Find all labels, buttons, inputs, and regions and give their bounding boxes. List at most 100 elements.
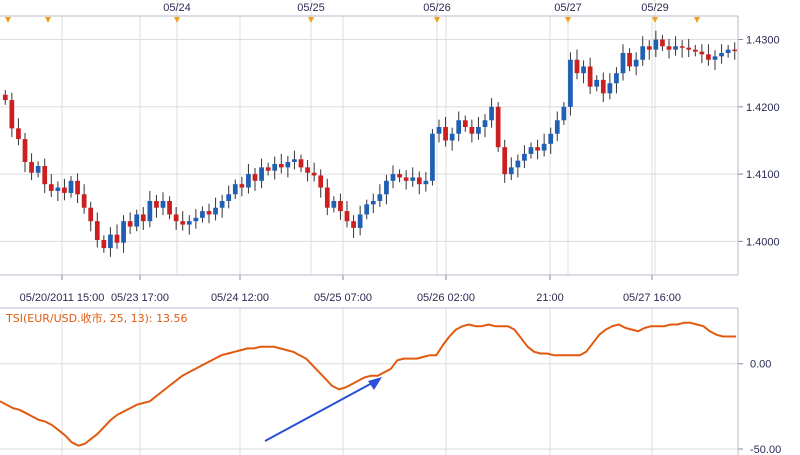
- candle: [423, 172, 429, 192]
- candle: [94, 212, 100, 248]
- candle-body-up: [712, 56, 718, 60]
- candle: [265, 162, 271, 176]
- candle: [324, 178, 330, 216]
- candle-body-up: [35, 166, 41, 173]
- time-tick-label: 05/24 12:00: [211, 292, 269, 304]
- candle-body-down: [298, 159, 304, 168]
- candle-body-up: [725, 49, 731, 53]
- candle-body-up: [285, 161, 291, 168]
- candle-body-down: [397, 174, 402, 178]
- candle: [226, 185, 232, 209]
- candle: [706, 44, 711, 66]
- candle-body-down: [338, 201, 343, 212]
- candle-body-up: [370, 201, 376, 205]
- tsi-label: TSI(EUR/USD.收市, 25, 13): 13.56: [5, 311, 188, 325]
- candle: [62, 178, 67, 201]
- candle-body-down: [469, 127, 475, 134]
- candle: [246, 164, 251, 194]
- price-grid: [0, 0, 743, 275]
- candle: [364, 199, 370, 220]
- candle-body-down: [101, 240, 107, 249]
- candle-body-up: [561, 106, 567, 121]
- candle-body-up: [410, 177, 416, 181]
- candle: [384, 174, 389, 205]
- candle-body-up: [554, 120, 560, 134]
- candle: [42, 158, 48, 193]
- candle-body-down: [416, 177, 422, 185]
- candle: [193, 209, 199, 229]
- candle: [594, 75, 600, 92]
- candle: [449, 127, 455, 151]
- candle-body-down: [167, 201, 172, 215]
- candle: [528, 142, 534, 159]
- candle-body-up: [423, 180, 429, 185]
- marker-triangle: [652, 17, 658, 23]
- candle: [134, 209, 140, 232]
- candle-body-down: [140, 214, 146, 222]
- candle-body-up: [213, 207, 218, 215]
- candle-body-down: [88, 207, 94, 222]
- candle-body-up: [384, 180, 389, 195]
- candle: [219, 194, 225, 218]
- axis-ticks: 1.4000 1.4100 1.4200 1.4300 05/20/2011 15:00…: [20, 35, 782, 455]
- candle: [469, 119, 475, 143]
- indicator-tick-label: -50.00: [750, 444, 781, 455]
- candle: [489, 98, 494, 128]
- candle: [22, 133, 28, 173]
- candle: [259, 158, 264, 189]
- candle-body-up: [121, 221, 126, 243]
- candle-body-up: [541, 143, 547, 151]
- candle-body-up: [186, 221, 192, 225]
- indicator-tick-label: 0.00: [750, 359, 771, 371]
- candle: [600, 72, 606, 103]
- candle-body-down: [239, 184, 245, 188]
- candle: [108, 227, 113, 257]
- candle: [699, 44, 705, 64]
- time-tick-label: 05/26 02:00: [417, 292, 475, 304]
- candle: [686, 38, 692, 58]
- candle-body-up: [607, 83, 613, 94]
- candle-body-up: [515, 160, 521, 168]
- candle-body-up: [489, 106, 494, 121]
- candle: [68, 176, 74, 198]
- candle-body-down: [305, 167, 310, 173]
- candle-body-up: [719, 53, 724, 57]
- marker-triangle: [565, 17, 571, 23]
- candle: [370, 193, 376, 214]
- candle: [127, 212, 133, 234]
- candle-body-down: [62, 187, 67, 193]
- candle-body-down: [206, 211, 212, 215]
- candle: [725, 44, 731, 58]
- date-marker-label: 05/26: [423, 2, 451, 14]
- candle-body-down: [278, 164, 284, 168]
- candle-body-down: [660, 39, 665, 47]
- candle-body-up: [673, 46, 678, 50]
- candle: [121, 215, 126, 253]
- candle: [252, 168, 258, 191]
- candle-body-up: [456, 120, 462, 134]
- marker-triangle: [45, 17, 51, 23]
- candle: [154, 194, 159, 218]
- date-marker-label: 05/24: [163, 2, 191, 14]
- candle: [443, 116, 448, 147]
- candle: [390, 165, 396, 189]
- candles: [2, 30, 738, 257]
- candle-body-down: [600, 79, 606, 94]
- candle: [581, 60, 586, 84]
- candle: [732, 42, 738, 60]
- candle-body-up: [364, 204, 370, 215]
- time-tick-label: 05/27 16:00: [623, 292, 681, 304]
- candle: [653, 30, 659, 58]
- date-marker-label: 05/27: [554, 2, 582, 14]
- candle: [568, 52, 573, 116]
- candle-body-down: [318, 175, 324, 188]
- candle-body-up: [581, 66, 586, 74]
- candle-body-up: [653, 39, 659, 50]
- candle: [416, 171, 422, 195]
- candle: [522, 145, 527, 169]
- candle-body-up: [147, 201, 153, 222]
- candle-body-down: [699, 51, 705, 55]
- candle-body-up: [633, 59, 639, 67]
- marker-triangle: [308, 17, 314, 23]
- candle: [81, 184, 87, 214]
